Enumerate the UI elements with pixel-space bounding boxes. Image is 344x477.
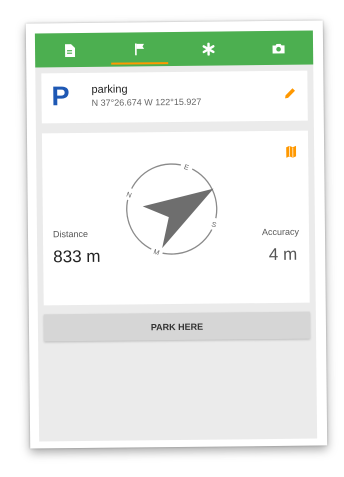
compass-dial: E S M N [122,159,221,259]
camera-icon [272,43,285,53]
location-coordinates: N 37°26.674 W 122°15.927 [91,96,202,108]
accuracy-label: Accuracy [261,226,300,238]
pencil-icon [285,88,296,99]
compass-panel: E S M N Distance 833 m Accuracy 4 m [41,130,310,306]
tab-details[interactable] [35,33,105,68]
distance-value: 833 m [53,246,101,267]
flag-icon [134,43,144,56]
asterisk-icon [202,42,215,56]
location-name: parking [91,83,128,96]
active-tab-indicator [110,62,169,65]
map-button[interactable] [286,145,297,163]
tab-navigate[interactable] [104,32,174,67]
parking-location-card[interactable]: P parking N 37°26.674 W 122°15.927 [41,70,308,124]
tab-tools[interactable] [174,31,244,66]
edit-button[interactable] [284,86,296,104]
map-icon [286,145,297,158]
accuracy-value: 4 m [268,244,298,265]
tab-bar [34,30,314,68]
document-icon [65,43,76,57]
parking-badge-icon: P [51,81,70,112]
tab-photo[interactable] [243,31,313,66]
screenshot-frame: P parking N 37°26.674 W 122°15.927 E S M… [25,20,328,449]
park-here-button[interactable]: PARK HERE [43,311,311,342]
direction-arrow-icon [142,188,214,249]
distance-label: Distance [52,228,89,240]
app-screen: P parking N 37°26.674 W 122°15.927 E S M… [34,30,318,442]
